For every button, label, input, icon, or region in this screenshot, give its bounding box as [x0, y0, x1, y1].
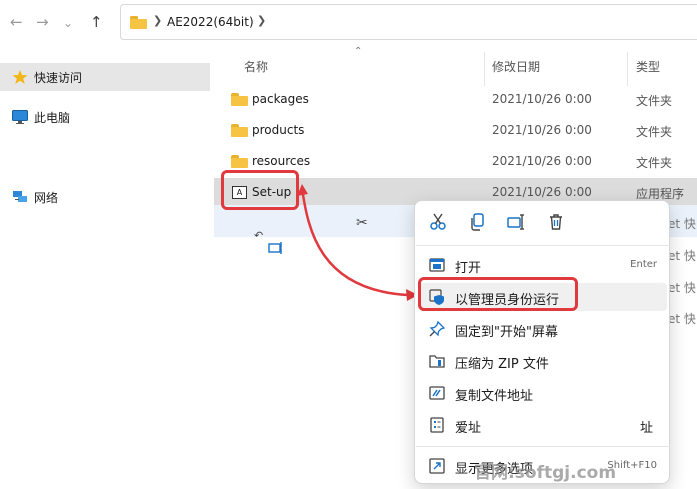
- menu-item-label: 打开: [455, 261, 482, 276]
- cut-icon[interactable]: [429, 213, 447, 231]
- menu-item-open[interactable]: 打开 Enter: [419, 251, 667, 279]
- menu-item-compress-zip[interactable]: 压缩为 ZIP 文件: [419, 347, 667, 375]
- copy-path-icon: [429, 385, 445, 401]
- watermark-text: 官网:softgj.com: [474, 463, 617, 483]
- run-as-admin-highlight-box: [418, 277, 578, 311]
- menu-item-label: 固定到"开始"屏幕: [455, 325, 558, 340]
- menu-item-shortcut: 址: [639, 421, 653, 436]
- pin-icon: [429, 321, 445, 337]
- menu-item-label: 复制文件地址: [455, 389, 534, 404]
- menu-item-label: 爱址: [455, 421, 482, 436]
- properties-icon: [429, 417, 445, 433]
- delete-icon[interactable]: [547, 213, 565, 231]
- context-menu: 打开 Enter 以管理员身份运行 固定到"开始"屏幕 压缩为 ZIP 文件 复…: [414, 200, 670, 484]
- rename-icon[interactable]: [507, 213, 525, 231]
- menu-divider: [416, 245, 670, 246]
- menu-item-copy-path[interactable]: 复制文件地址: [419, 379, 667, 407]
- context-menu-quick-actions: [415, 201, 671, 245]
- menu-item-shortcut: Enter: [630, 259, 657, 270]
- copy-icon[interactable]: [469, 213, 487, 231]
- more-options-icon: [429, 458, 445, 474]
- menu-item-label: 压缩为 ZIP 文件: [455, 357, 549, 372]
- menu-item-properties[interactable]: 爱址 址: [419, 411, 667, 439]
- menu-divider: [416, 446, 670, 447]
- open-icon: [429, 257, 445, 273]
- menu-item-pin-to-start[interactable]: 固定到"开始"屏幕: [419, 315, 667, 343]
- zip-icon: [429, 353, 445, 369]
